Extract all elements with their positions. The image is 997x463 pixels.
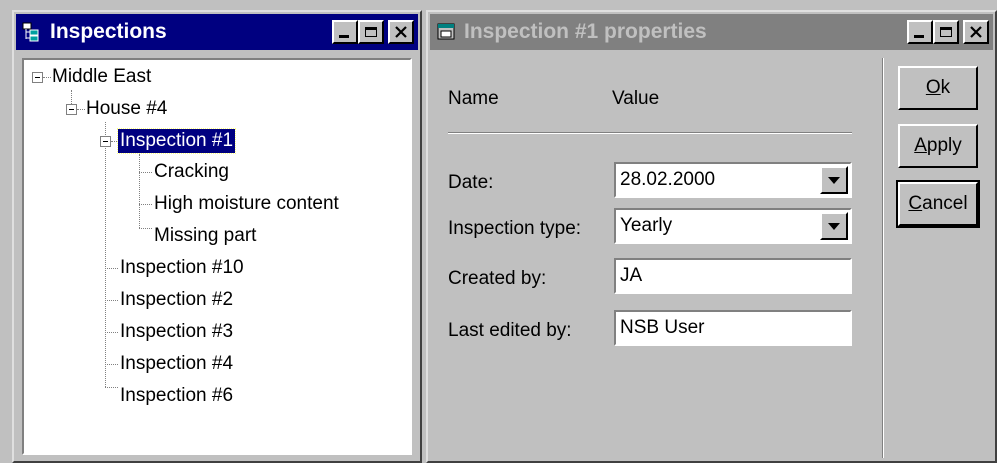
close-button[interactable] bbox=[963, 20, 989, 44]
inspection-tree[interactable]: Middle East House #4 Inspection #1 Crack… bbox=[22, 58, 412, 455]
maximize-button[interactable] bbox=[358, 20, 384, 44]
cancel-button[interactable]: Cancel bbox=[896, 180, 980, 228]
collapse-icon[interactable] bbox=[100, 136, 111, 147]
apply-button[interactable]: Apply bbox=[898, 124, 978, 168]
last-edited-by-value: NSB User bbox=[620, 317, 705, 338]
date-value: 28.02.2000 bbox=[620, 169, 716, 190]
minimize-button[interactable] bbox=[332, 20, 358, 44]
inspections-titlebar[interactable]: Inspections bbox=[16, 14, 418, 50]
inspection-type-select[interactable]: Yearly bbox=[614, 208, 852, 244]
minimize-icon bbox=[339, 35, 349, 38]
tree-window-icon bbox=[22, 21, 44, 43]
date-select[interactable]: 28.02.2000 bbox=[614, 162, 852, 198]
maximize-icon bbox=[365, 27, 377, 37]
close-icon bbox=[395, 26, 407, 38]
properties-titlebar[interactable]: Inspection #1 properties bbox=[430, 14, 993, 50]
inspection-type-value: Yearly bbox=[620, 215, 673, 236]
tree-node-inspection[interactable]: Inspection #10 bbox=[120, 256, 244, 280]
properties-title: Inspection #1 properties bbox=[464, 20, 707, 43]
last-edited-by-field[interactable]: NSB User bbox=[614, 310, 852, 346]
last-edited-by-label: Last edited by: bbox=[448, 320, 572, 341]
tree-node-inspection[interactable]: Inspection #6 bbox=[120, 384, 233, 408]
created-by-value: JA bbox=[620, 265, 643, 286]
properties-window: Inspection #1 properties Name Value Date… bbox=[426, 10, 997, 463]
inspections-title: Inspections bbox=[50, 20, 167, 43]
date-label: Date: bbox=[448, 172, 494, 193]
chevron-down-icon[interactable] bbox=[820, 166, 848, 194]
created-by-field[interactable]: JA bbox=[614, 258, 852, 294]
value-column-header: Value bbox=[612, 88, 660, 109]
name-column-header: Name bbox=[448, 88, 499, 109]
close-icon bbox=[970, 26, 982, 38]
collapse-icon[interactable] bbox=[66, 104, 77, 115]
tree-node-inspection[interactable]: Inspection #3 bbox=[120, 320, 233, 344]
maximize-button[interactable] bbox=[933, 20, 959, 44]
tree-node-root[interactable]: Middle East bbox=[52, 65, 151, 89]
minimize-icon bbox=[914, 35, 924, 38]
collapse-icon[interactable] bbox=[32, 72, 43, 83]
properties-window-icon bbox=[436, 21, 458, 43]
inspection-type-label: Inspection type: bbox=[448, 218, 582, 239]
tree-node-house[interactable]: House #4 bbox=[86, 97, 167, 121]
created-by-label: Created by: bbox=[448, 268, 547, 289]
close-button[interactable] bbox=[388, 20, 414, 44]
panel-divider bbox=[882, 58, 884, 458]
minimize-button[interactable] bbox=[907, 20, 933, 44]
tree-node-inspection[interactable]: Inspection #4 bbox=[120, 352, 233, 376]
maximize-icon bbox=[940, 27, 952, 37]
chevron-down-icon[interactable] bbox=[820, 212, 848, 240]
tree-node-child[interactable]: Missing part bbox=[154, 224, 256, 248]
tree-node-selected[interactable]: Inspection #1 bbox=[116, 128, 237, 154]
header-divider bbox=[448, 132, 852, 134]
tree-node-inspection[interactable]: Inspection #2 bbox=[120, 288, 233, 312]
ok-button[interactable]: Ok bbox=[898, 66, 978, 110]
tree-node-child[interactable]: Cracking bbox=[154, 160, 229, 184]
inspections-window: Inspections Middle East House #4 Inspect… bbox=[12, 10, 422, 463]
tree-node-child[interactable]: High moisture content bbox=[154, 192, 339, 216]
